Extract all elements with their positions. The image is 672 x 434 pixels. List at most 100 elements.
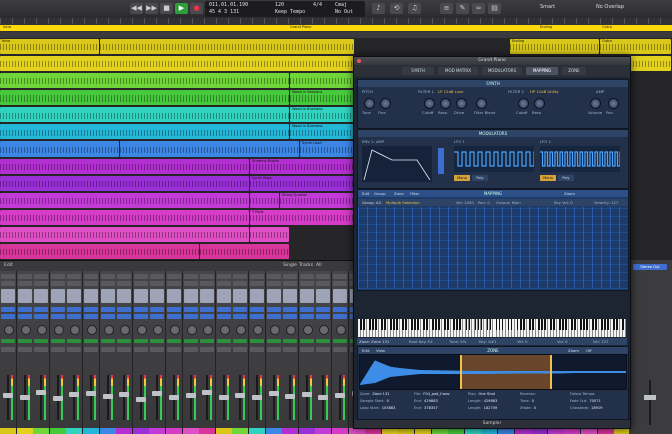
plugin-slot[interactable]: [84, 289, 98, 303]
lcd-display[interactable]: 011.01.01.190 45 4 3 131 120 Keep Tempo …: [205, 1, 365, 17]
automation-slot[interactable]: [67, 347, 82, 352]
black-key[interactable]: [558, 319, 561, 330]
output-slot[interactable]: [17, 314, 32, 319]
plugin-slot[interactable]: [283, 289, 298, 303]
eq-slot[interactable]: [283, 281, 298, 286]
tab-modulators[interactable]: MODULATORS: [482, 67, 522, 75]
zone-field[interactable]: Sample Start: 0: [360, 399, 389, 403]
setting-slot[interactable]: [316, 274, 331, 279]
bus-send[interactable]: [100, 307, 115, 312]
output-slot[interactable]: [84, 314, 98, 319]
black-key[interactable]: [528, 319, 531, 330]
zone-field[interactable]: Play: One Shot: [468, 392, 495, 396]
setting-slot[interactable]: [283, 274, 298, 279]
automation-slot[interactable]: [183, 347, 198, 352]
plugin-slot[interactable]: [17, 289, 32, 303]
automation-slot[interactable]: [84, 347, 98, 352]
track-region[interactable]: [0, 90, 289, 106]
black-key[interactable]: [426, 319, 429, 330]
output-slot[interactable]: [150, 314, 165, 319]
eq-slot[interactable]: [67, 281, 82, 286]
track-region[interactable]: [0, 175, 249, 191]
pan-knob[interactable]: [170, 325, 180, 335]
group-slot[interactable]: [316, 339, 331, 343]
black-key[interactable]: [601, 319, 603, 330]
tab-mapping[interactable]: MAPPING: [526, 67, 558, 75]
field-pan[interactable]: Pan: 0: [478, 200, 490, 205]
drag-mode-menu[interactable]: No Overlap: [596, 4, 624, 10]
black-key[interactable]: [396, 319, 399, 330]
lfo2-wave[interactable]: [540, 146, 620, 172]
plugin-slot[interactable]: [133, 289, 148, 303]
volume-fader[interactable]: [218, 395, 229, 400]
cycle-range[interactable]: [0, 25, 672, 31]
pan-knob[interactable]: [319, 325, 330, 335]
track-region[interactable]: [0, 141, 119, 157]
volume-fader[interactable]: [119, 392, 130, 398]
output-slot[interactable]: [117, 314, 132, 319]
black-key[interactable]: [486, 319, 489, 330]
track-region[interactable]: [0, 124, 289, 140]
bus-send[interactable]: [299, 307, 314, 312]
eq-slot[interactable]: [34, 281, 49, 286]
synth-knob[interactable]: [608, 98, 619, 109]
output-slot[interactable]: [50, 314, 65, 319]
black-key[interactable]: [561, 319, 564, 330]
zone-field[interactable]: Length: 429883: [468, 399, 497, 403]
black-key[interactable]: [390, 319, 393, 330]
synth-knob[interactable]: [476, 98, 487, 109]
black-key[interactable]: [607, 319, 609, 330]
zone-view-menu[interactable]: View: [376, 348, 385, 353]
setting-slot[interactable]: [233, 274, 248, 279]
pan-knob[interactable]: [253, 325, 263, 335]
eq-slot[interactable]: [266, 281, 281, 286]
black-key[interactable]: [570, 319, 573, 330]
black-key[interactable]: [417, 319, 420, 330]
black-key[interactable]: [616, 319, 618, 330]
black-key[interactable]: [453, 319, 456, 330]
output-slot[interactable]: [299, 314, 314, 319]
synth-knob[interactable]: [456, 98, 467, 109]
output-slot[interactable]: [216, 314, 231, 319]
plugin-slot[interactable]: [216, 289, 231, 303]
mapping-grid[interactable]: [358, 207, 628, 289]
marker-grand-piano[interactable]: Grand Piano: [290, 25, 311, 29]
plugin-slot[interactable]: [250, 289, 264, 303]
output-slot[interactable]: [34, 314, 49, 319]
plugin-slot[interactable]: [117, 289, 132, 303]
tool-menu[interactable]: Smart: [540, 4, 555, 10]
pan-knob[interactable]: [4, 325, 14, 335]
black-key[interactable]: [372, 319, 374, 330]
black-key[interactable]: [591, 319, 594, 330]
black-key[interactable]: [549, 319, 552, 330]
group-slot[interactable]: [250, 339, 264, 343]
marker-ending[interactable]: Ending: [540, 25, 552, 29]
black-key[interactable]: [447, 319, 450, 330]
black-key[interactable]: [384, 319, 386, 330]
black-key[interactable]: [480, 319, 483, 330]
automation-slot[interactable]: [34, 347, 49, 352]
group-slot[interactable]: [333, 339, 347, 343]
eq-slot[interactable]: [50, 281, 65, 286]
output-slot[interactable]: [1, 314, 15, 319]
field-velocity[interactable]: Velocity: 127: [594, 200, 618, 205]
setting-slot[interactable]: [50, 274, 65, 279]
volume-fader[interactable]: [135, 397, 146, 402]
black-key[interactable]: [402, 319, 405, 330]
bus-send[interactable]: [183, 307, 198, 312]
track-region[interactable]: [0, 107, 289, 123]
bus-send[interactable]: [283, 307, 298, 312]
black-key[interactable]: [498, 319, 501, 330]
group-slot[interactable]: [167, 339, 181, 343]
black-key[interactable]: [537, 319, 540, 330]
group-slot[interactable]: [200, 339, 215, 343]
group-slot[interactable]: [283, 339, 298, 343]
black-key[interactable]: [495, 319, 498, 330]
track-region[interactable]: Wood in Sessions: [290, 90, 354, 106]
black-key[interactable]: [489, 319, 492, 330]
track-region[interactable]: Y Pads: [250, 209, 354, 225]
group-slot[interactable]: [17, 339, 32, 343]
synth-knob[interactable]: [518, 98, 529, 109]
pan-knob[interactable]: [136, 325, 147, 335]
track-region[interactable]: Synth Lead: [300, 141, 354, 157]
